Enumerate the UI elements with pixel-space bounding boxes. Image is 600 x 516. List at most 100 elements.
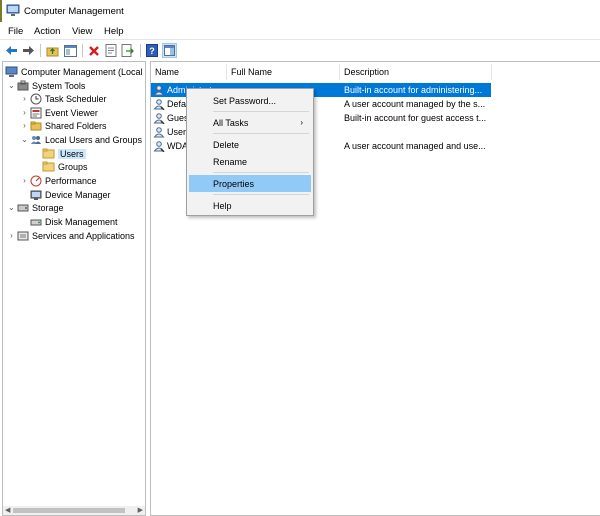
tree-item-label: Event Viewer — [45, 107, 98, 118]
chevron-right-icon[interactable]: › — [20, 174, 29, 187]
tree-item-label: Task Scheduler — [45, 93, 107, 104]
computer-management-icon — [6, 4, 20, 17]
tree-item-label: Computer Management (Local — [21, 66, 143, 77]
menu-item-label: Rename — [213, 156, 248, 167]
chevron-down-icon[interactable]: ⌄ — [7, 201, 16, 214]
menu-item-label: Properties — [213, 178, 255, 189]
tree-item-label: Disk Management — [45, 216, 118, 227]
description-cell: A user account managed and use... — [344, 141, 486, 151]
menu-item-rename[interactable]: Rename — [189, 153, 311, 170]
clock-icon — [29, 93, 42, 105]
chevron-down-icon[interactable]: ⌄ — [20, 133, 29, 146]
column-header-description[interactable]: Description — [340, 64, 492, 80]
tree-item-label: Storage — [32, 202, 64, 213]
column-header-name[interactable]: Name — [151, 64, 227, 80]
toolbar-separator — [40, 44, 41, 57]
description-cell: Built-in account for guest access t... — [344, 113, 487, 123]
menu-item-all-tasks[interactable]: All Tasks › — [189, 114, 311, 131]
user-icon — [153, 140, 165, 153]
tree-item-local-users-and-groups[interactable]: ⌄ Local Users and Groups — [20, 133, 142, 146]
performance-icon — [29, 175, 42, 187]
show-hide-tree-icon[interactable] — [63, 43, 78, 58]
folder-icon — [42, 161, 55, 173]
toolbar-separator — [140, 44, 141, 57]
window-title: Computer Management — [24, 6, 124, 17]
up-folder-icon[interactable] — [45, 43, 60, 58]
submenu-arrow-icon: › — [300, 118, 303, 127]
tree-item-performance[interactable]: › Performance — [20, 174, 97, 187]
tree-item-label: System Tools — [32, 80, 86, 91]
menu-item-delete[interactable]: Delete — [189, 136, 311, 153]
tree-item-task-scheduler[interactable]: › Task Scheduler — [20, 92, 107, 105]
user-icon — [153, 84, 165, 96]
context-menu: Set Password... All Tasks › Delete Renam… — [186, 88, 314, 216]
chevron-right-icon[interactable]: › — [20, 106, 29, 119]
column-header-full-name[interactable]: Full Name — [227, 64, 340, 80]
help-icon[interactable]: ? — [144, 43, 159, 58]
window-edge — [0, 0, 2, 22]
tree-item-label: Performance — [45, 175, 97, 186]
scrollbar-thumb[interactable] — [13, 508, 125, 513]
tree-item-system-tools[interactable]: ⌄ System Tools — [7, 79, 85, 92]
back-arrow-icon[interactable] — [4, 43, 19, 58]
event-viewer-icon — [29, 107, 42, 119]
menu-view[interactable]: View — [72, 26, 92, 37]
user-icon — [153, 112, 165, 125]
description-cell: A user account managed by the s... — [344, 99, 486, 109]
menu-item-set-password[interactable]: Set Password... — [189, 92, 311, 109]
scroll-right-icon[interactable]: ▶ — [138, 506, 143, 514]
export-list-icon[interactable] — [120, 43, 135, 58]
tree-horizontal-scrollbar[interactable]: ◀ ▶ — [3, 506, 145, 515]
user-icon — [153, 126, 165, 138]
menu-separator — [213, 172, 309, 173]
tree-item-device-manager[interactable]: Device Manager — [29, 188, 111, 201]
users-group-icon — [29, 134, 42, 146]
chevron-right-icon[interactable]: › — [20, 92, 29, 105]
user-icon — [153, 98, 165, 111]
shared-folder-icon — [29, 120, 42, 132]
menu-help[interactable]: Help — [104, 26, 124, 37]
tree-item-groups[interactable]: Groups — [42, 160, 88, 173]
title-bar: Computer Management — [0, 0, 600, 22]
tree-item-storage[interactable]: ⌄ Storage — [7, 201, 64, 214]
menu-file[interactable]: File — [8, 26, 23, 37]
device-manager-icon — [29, 189, 42, 201]
menu-item-label: Delete — [213, 139, 240, 150]
chevron-right-icon[interactable]: › — [20, 119, 29, 132]
services-icon — [16, 230, 29, 242]
console-tree: Computer Management (Local ⌄ System Tool… — [2, 61, 146, 516]
forward-arrow-icon[interactable] — [21, 43, 36, 58]
tree-item-event-viewer[interactable]: › Event Viewer — [20, 106, 98, 119]
properties-icon[interactable] — [103, 43, 118, 58]
toolbar: ? — [0, 39, 600, 60]
tree-item-label: Device Manager — [45, 189, 111, 200]
menu-item-properties[interactable]: Properties — [189, 175, 311, 192]
show-action-pane-icon[interactable] — [162, 43, 177, 58]
chevron-down-icon[interactable]: ⌄ — [7, 79, 16, 92]
folder-icon — [42, 148, 55, 160]
tools-icon — [16, 80, 29, 92]
tree-item-label: Shared Folders — [45, 120, 107, 131]
toolbar-separator — [82, 44, 83, 57]
tree-item-label: Groups — [58, 161, 88, 172]
computer-management-icon — [5, 66, 18, 78]
menu-separator — [213, 133, 309, 134]
svg-text:?: ? — [149, 46, 155, 56]
menu-action[interactable]: Action — [34, 26, 60, 37]
tree-item-disk-management[interactable]: Disk Management — [29, 215, 118, 228]
tree-item-users[interactable]: Users — [42, 147, 86, 160]
description-cell: Built-in account for administering... — [344, 85, 483, 95]
tree-item-computer-management[interactable]: Computer Management (Local — [5, 65, 143, 78]
scroll-left-icon[interactable]: ◀ — [5, 506, 10, 514]
tree-item-label: Services and Applications — [32, 230, 135, 241]
tree-item-services-and-applications[interactable]: › Services and Applications — [7, 229, 135, 242]
tree-item-shared-folders[interactable]: › Shared Folders — [20, 119, 107, 132]
menu-item-help[interactable]: Help — [189, 197, 311, 214]
delete-icon[interactable] — [86, 43, 101, 58]
menu-item-label: Help — [213, 200, 232, 211]
disk-icon — [29, 216, 42, 228]
chevron-right-icon[interactable]: › — [7, 229, 16, 242]
menu-separator — [213, 111, 309, 112]
tree-item-label: Users — [58, 148, 86, 159]
menu-bar: File Action View Help — [0, 22, 600, 39]
